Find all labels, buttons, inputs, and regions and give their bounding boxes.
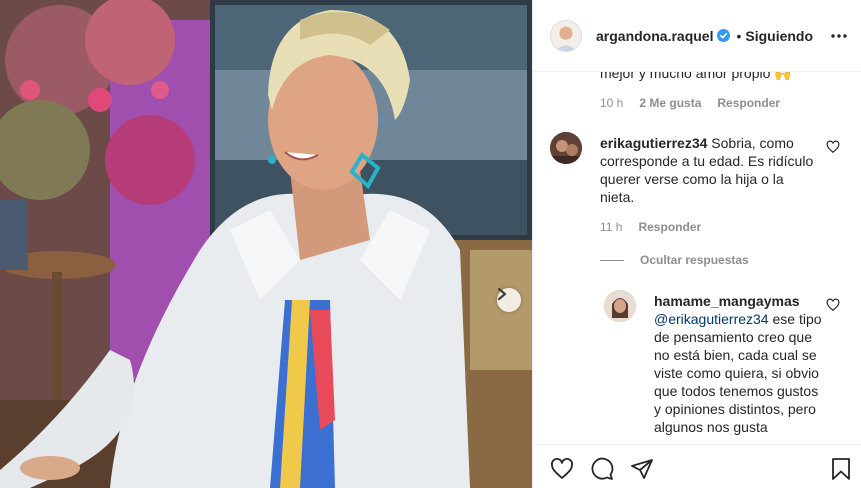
carousel-next-button[interactable]	[497, 288, 521, 312]
heart-icon[interactable]	[550, 457, 574, 481]
reply-button[interactable]: Responder	[717, 96, 780, 110]
post-photo[interactable]	[0, 0, 532, 488]
comments-list[interactable]: mejor y mucho amor propio 🙌 10 h 2 Me gu…	[533, 72, 861, 444]
comment-username[interactable]: erikagutierrez34	[600, 135, 707, 151]
comment-time[interactable]: 10 h	[600, 96, 623, 110]
verified-badge-icon	[717, 29, 731, 42]
chevron-right-icon	[497, 288, 507, 300]
divider	[600, 259, 624, 261]
reply-body: hamame_mangaymas @erikagutierrez34 ese t…	[654, 292, 826, 436]
post-header: argandona.raquel • Siguiendo	[533, 0, 861, 72]
reply-avatar[interactable]	[604, 290, 636, 322]
mention-link[interactable]: @erikagutierrez34	[654, 311, 769, 327]
avatar-image	[551, 20, 581, 51]
post-photo-illustration	[0, 0, 532, 488]
comment-text: mejor y mucho amor propio 🙌	[600, 72, 792, 81]
reply-button[interactable]: Responder	[638, 220, 701, 234]
reply-avatar-image	[604, 290, 636, 322]
reply-username[interactable]: hamame_mangaymas	[654, 293, 800, 309]
commenter-avatar[interactable]	[550, 132, 582, 164]
reply-like-icon[interactable]	[826, 298, 840, 312]
comment-like-icon[interactable]	[826, 140, 840, 154]
post-side-panel: argandona.raquel • Siguiendo mejor y muc…	[532, 0, 861, 488]
commenter-avatar-image	[550, 132, 582, 164]
avatar[interactable]	[550, 19, 582, 52]
more-options-icon	[831, 34, 847, 38]
comment-time[interactable]: 11 h	[600, 220, 622, 234]
comment-icon[interactable]	[590, 457, 614, 481]
bookmark-icon[interactable]	[829, 457, 853, 481]
hide-replies-button[interactable]: Ocultar respuestas	[600, 253, 749, 267]
more-options-button[interactable]	[828, 26, 850, 46]
reply-text: ese tipo de pensamiento creo que no está…	[654, 311, 822, 435]
comment-meta: 10 h 2 Me gusta Responder	[600, 96, 796, 110]
comment-likes[interactable]: 2 Me gusta	[639, 96, 701, 110]
comment-body: erikagutierrez34 Sobria, como correspond…	[600, 134, 818, 206]
following-button[interactable]: Siguiendo	[745, 28, 813, 44]
hide-replies-label: Ocultar respuestas	[640, 253, 749, 267]
post-actions-bar	[533, 444, 861, 488]
separator-dot: •	[736, 27, 742, 44]
comment-meta: 11 h Responder	[600, 220, 717, 234]
username[interactable]: argandona.raquel	[596, 28, 713, 44]
share-icon[interactable]	[630, 457, 654, 481]
